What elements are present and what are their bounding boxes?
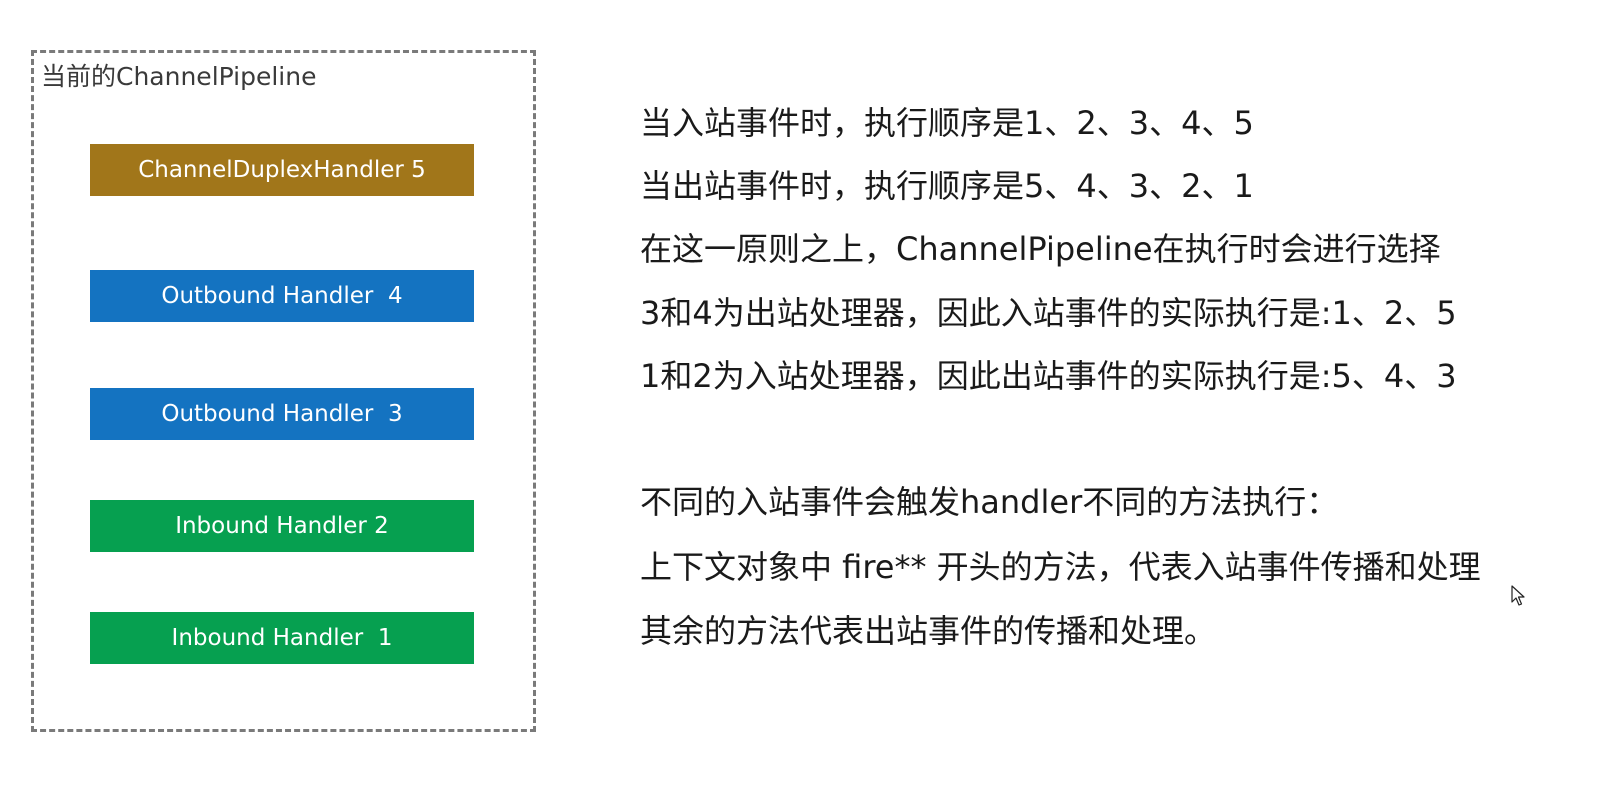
note-inbound-actual: 3和4为出站处理器，因此入站事件的实际执行是:1、2、5 <box>640 294 1457 332</box>
channel-pipeline-box: 当前的ChannelPipeline ChannelDuplexHandler … <box>31 50 536 732</box>
note-selection-principle: 在这一原则之上，ChannelPipeline在执行时会进行选择 <box>640 230 1441 268</box>
handler-inbound-2: Inbound Handler 2 <box>90 500 474 552</box>
mouse-pointer-icon <box>1511 585 1525 606</box>
note-outbound-order: 当出站事件时，执行顺序是5、4、3、2、1 <box>640 167 1254 205</box>
note-other-methods: 其余的方法代表出站事件的传播和处理。 <box>640 612 1217 650</box>
slide-canvas: 当前的ChannelPipeline ChannelDuplexHandler … <box>0 0 1611 799</box>
handler-outbound-3: Outbound Handler 3 <box>90 388 474 440</box>
note-outbound-actual: 1和2为入站处理器，因此出站事件的实际执行是:5、4、3 <box>640 357 1457 395</box>
explanation-notes: 当入站事件时，执行顺序是1、2、3、4、5 当出站事件时，执行顺序是5、4、3、… <box>640 0 1610 799</box>
handler-inbound-1: Inbound Handler 1 <box>90 612 474 664</box>
note-inbound-order: 当入站事件时，执行顺序是1、2、3、4、5 <box>640 104 1254 142</box>
pipeline-title: 当前的ChannelPipeline <box>41 62 317 91</box>
handler-duplex-5: ChannelDuplexHandler 5 <box>90 144 474 196</box>
note-fire-methods: 上下文对象中 fire** 开头的方法，代表入站事件传播和处理 <box>640 548 1481 586</box>
handler-outbound-4: Outbound Handler 4 <box>90 270 474 322</box>
note-methods-heading: 不同的入站事件会触发handler不同的方法执行： <box>640 483 1339 521</box>
